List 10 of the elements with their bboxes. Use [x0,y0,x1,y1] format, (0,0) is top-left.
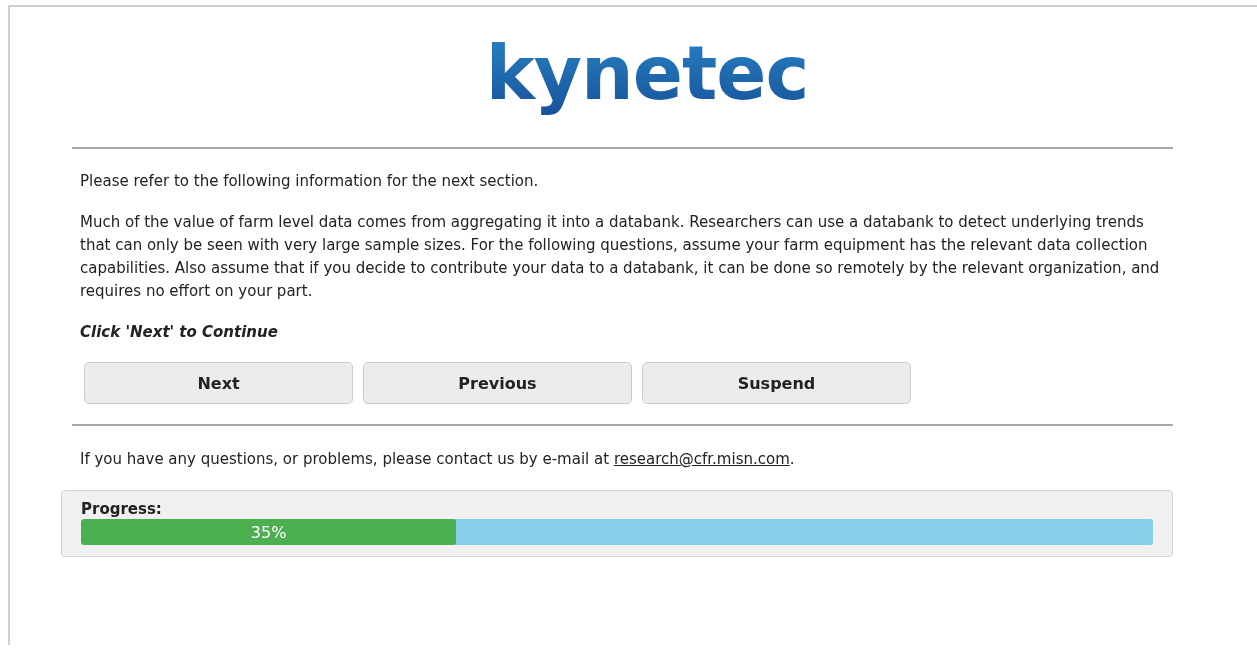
nav-button[interactable]: Previous [363,362,632,404]
email-link[interactable]: research@cfr.misn.com [613,450,790,468]
intro-text: Please refer to the following information for the next section. [80,171,540,192]
instruction-text: Click 'Next' to Continue [80,322,279,343]
body-paragraph: Much of the value of farm level data comes from aggregating it into a databank. Researchers can use a databank to detect underlying trends that can only be seen with very large sample sizes. For the following questions, assume your farm equipment has the relevant data collection capabilities. Also assume that if you decide to contribute your data to a databank, it can be done so remotely by the relevant organization, and requires no effort on your part. [80,212,1161,302]
progress-reading: 35% [250,522,287,542]
nav-button[interactable]: Next [84,362,353,404]
nav-button[interactable]: Suspend [642,362,911,404]
contact-text: If you have any questions, or problems, please contact us by e-mail at research@cfr.misn.com. [80,449,796,470]
progress-label: Progress: [81,499,163,519]
